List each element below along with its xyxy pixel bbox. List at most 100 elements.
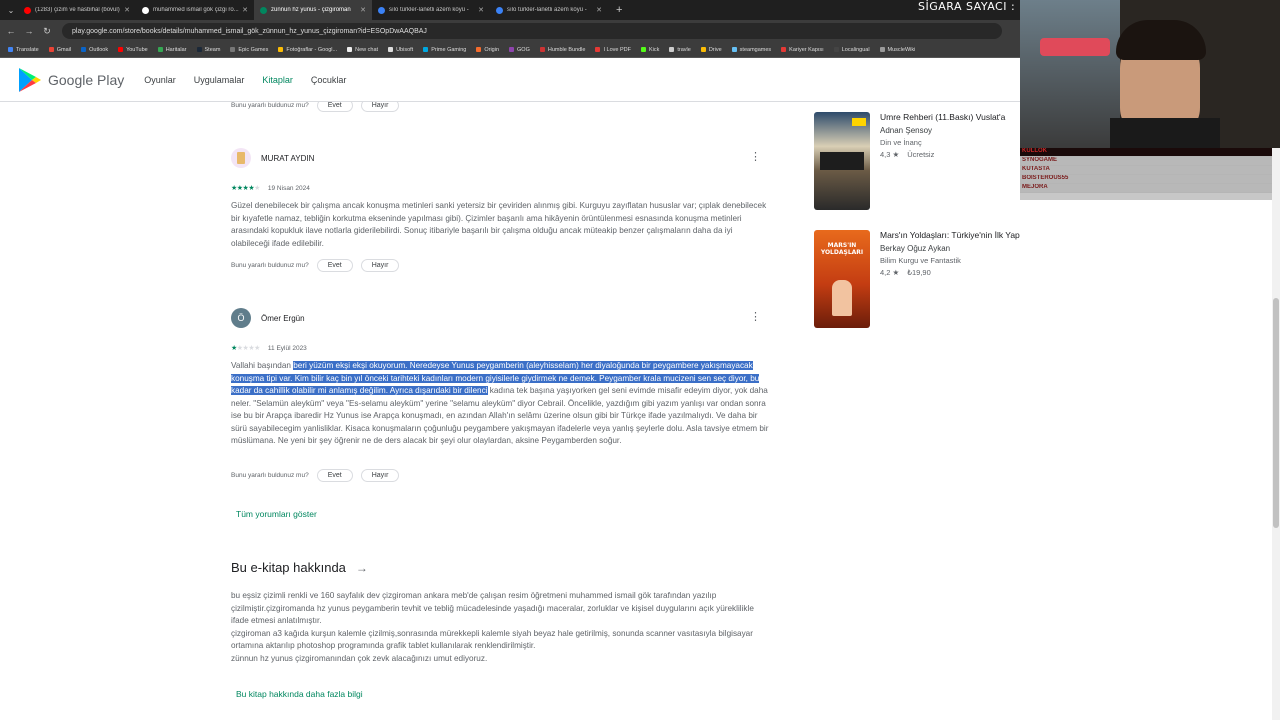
google-play-header: Google Play Oyunlar Uygulamalar Kitaplar… (0, 58, 1020, 102)
nav-kids[interactable]: Çocuklar (311, 75, 347, 85)
address-bar[interactable]: play.google.com/store/books/details/muha… (62, 23, 1002, 39)
bookmark-label: Haritalar (165, 46, 187, 53)
all-reviews-link[interactable]: Tüm yorumları göster (236, 509, 317, 519)
bookmark[interactable]: travle (669, 47, 691, 53)
bookmark[interactable]: Prime Gaming (423, 47, 466, 53)
bookmark[interactable]: Haritalar (157, 46, 187, 53)
globe-icon (833, 47, 839, 52)
helpful-no-button[interactable]: Hayır (360, 102, 400, 112)
bookmark[interactable]: Kariyer Kapısı (781, 47, 824, 53)
url-text: play.google.com/store/books/details/muha… (72, 27, 427, 35)
review-text-start: Vallahi başından (231, 361, 294, 370)
reload-icon[interactable]: ↻ (40, 26, 54, 37)
bookmark[interactable]: YouTube (118, 47, 148, 53)
bookmark[interactable]: Ubisoft (388, 47, 413, 53)
browser-tab-active[interactable]: zünnun hz yunus - çizgiroman ✕ (254, 0, 372, 20)
close-tab-icon[interactable]: ✕ (596, 6, 602, 14)
helpful-yes-button[interactable]: Evet (316, 102, 353, 112)
bookmark[interactable]: Epic Games (230, 47, 268, 53)
book-author: Adnan Şensoy (880, 126, 933, 135)
similar-book[interactable]: MARS'IN YOLDAŞLARI Mars'ın Yoldaşları: T… (814, 230, 1020, 328)
bookmark-label: Ubisoft (396, 46, 414, 53)
bookmark[interactable]: Origin (476, 47, 499, 53)
browser-tab[interactable]: sılo türkler-lanetli azem köyü - ✕ (490, 0, 608, 20)
browser-tab[interactable]: sılo türkler-lanetli azem köyü - ✕ (372, 0, 490, 20)
ubisoft-icon (388, 47, 394, 52)
bookmark[interactable]: Fotoğraflar - Googl... (278, 47, 337, 53)
close-tab-icon[interactable]: ✕ (124, 6, 130, 14)
helpful-row: Bunu yararlı buldunuz mu? Evet Hayır (231, 259, 400, 272)
more-options-icon[interactable]: ⋮ (750, 150, 761, 163)
avatar-initial: Ö (237, 313, 245, 323)
bookmark[interactable]: GOG (509, 47, 530, 53)
humble-icon (539, 47, 545, 52)
bookmark[interactable]: Drive (700, 47, 722, 53)
bookmark[interactable]: Kick (640, 47, 659, 53)
bookmark-label: I Love PDF (603, 46, 631, 53)
helpful-yes-button[interactable]: Evet (316, 469, 353, 482)
helpful-no-button[interactable]: Hayır (360, 259, 400, 272)
about-title: Bu e-kitap hakkında (231, 560, 346, 575)
chat-user: MEJORA (1020, 184, 1272, 193)
bookmark[interactable]: steamgames (731, 47, 771, 53)
gmail-icon (48, 47, 54, 52)
scrollbar-thumb[interactable] (1273, 298, 1279, 528)
bookmark[interactable]: MuscleWiki (879, 47, 915, 53)
bookmark-label: New chat (355, 46, 379, 53)
book-info: Mars'ın Yoldaşları: Türkiye'nin İlk Yap … (880, 230, 1020, 328)
book-meta: 4,3 ★ Ücretsiz (880, 150, 1005, 159)
play-store-icon (496, 6, 503, 14)
gog-icon (509, 47, 515, 52)
star-rating-4: ★★★★★ (231, 185, 260, 192)
bookmark[interactable]: Gmail (48, 47, 71, 53)
youtube-icon (24, 6, 31, 14)
cigarette-counter: SİGARA SAYACI : 17 (918, 0, 1028, 13)
close-tab-icon[interactable]: ✕ (242, 6, 248, 14)
tab-search-icon[interactable]: ⌄ (4, 6, 18, 15)
back-icon[interactable]: ← (4, 26, 18, 36)
nav-games[interactable]: Oyunlar (144, 75, 176, 85)
steam-icon (196, 47, 202, 52)
helpful-question: Bunu yararlı buldunuz mu? (231, 262, 309, 269)
avatar-image-icon (237, 152, 245, 164)
bookmark-label: Prime Gaming (431, 46, 467, 53)
bookmark[interactable]: Outlook (81, 47, 108, 53)
browser-tab[interactable]: muhammed ismail gök çizgi ro... ✕ (136, 0, 254, 20)
helpful-yes-button[interactable]: Evet (316, 259, 353, 272)
about-ebook-heading[interactable]: Bu e-kitap hakkında → (231, 560, 368, 575)
book-info: Umre Rehberi (11.Baskı) Vuslat'a Adnan Ş… (880, 112, 1005, 210)
google-play-logo[interactable]: Google Play (18, 67, 124, 93)
review-rating-row: ★★★★★ 11 Eylül 2023 (231, 344, 307, 353)
tab-label: zünnun hz yunus - çizgiroman (271, 7, 351, 13)
nav-apps[interactable]: Uygulamalar (194, 75, 245, 85)
avatar: Ö (231, 308, 251, 328)
bookmark[interactable]: Steam (196, 46, 221, 53)
browser-tab[interactable]: (1283) çizim ve hasbihal (bovul) ✕ (18, 0, 136, 20)
streamer-hair (1116, 20, 1206, 60)
book-category: Bilim Kurgu ve Fantastik (880, 256, 961, 265)
close-tab-icon[interactable]: ✕ (360, 6, 366, 14)
tab-label: sılo türkler-lanetli azem köyü - (389, 7, 469, 13)
similar-book[interactable]: Umre Rehberi (11.Baskı) Vuslat'a Adnan Ş… (814, 112, 1005, 210)
play-logo-icon (19, 67, 41, 92)
travle-icon (669, 47, 675, 52)
avatar (231, 148, 251, 168)
bookmark[interactable]: New chat (347, 47, 378, 53)
bookmark[interactable]: Translate (8, 47, 39, 53)
reviewer-name: MURAT AYDIN (261, 153, 315, 163)
close-tab-icon[interactable]: ✕ (478, 6, 484, 14)
bookmark-label: Steam (204, 46, 221, 53)
tab-label: (1283) çizim ve hasbihal (bovul) (35, 7, 120, 13)
new-tab-button[interactable]: + (616, 4, 622, 16)
play-store-icon (260, 6, 267, 14)
prime-icon (423, 47, 429, 52)
bookmark[interactable]: Localingual (833, 47, 870, 53)
nav-books[interactable]: Kitaplar (262, 75, 293, 85)
more-about-link[interactable]: Bu kitap hakkında daha fazla bilgi (236, 689, 363, 699)
book-price: Ücretsiz (907, 150, 935, 159)
forward-icon[interactable]: → (22, 26, 36, 36)
more-options-icon[interactable]: ⋮ (750, 310, 761, 323)
bookmark[interactable]: Humble Bundle (539, 47, 585, 53)
bookmark[interactable]: I Love PDF (595, 47, 631, 53)
helpful-no-button[interactable]: Hayır (360, 469, 400, 482)
